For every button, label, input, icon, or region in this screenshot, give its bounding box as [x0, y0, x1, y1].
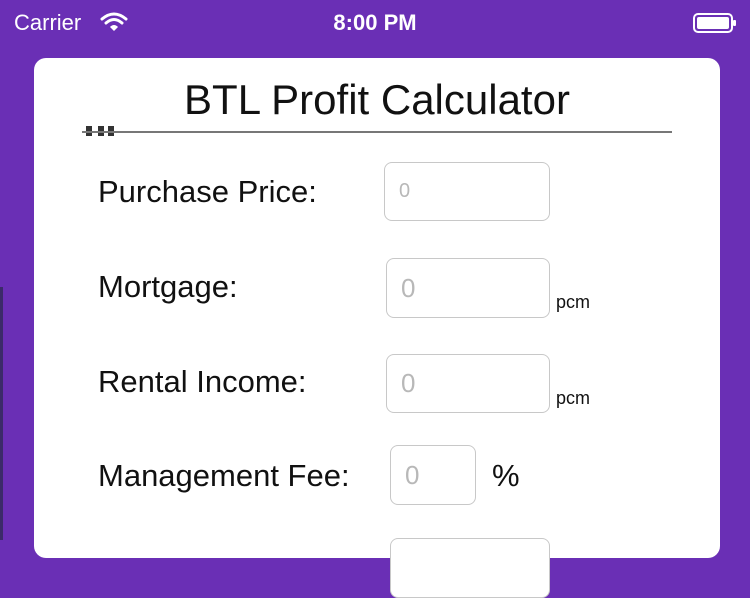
purchase-price-label: Purchase Price: — [98, 174, 317, 209]
background-edge — [0, 287, 3, 540]
management-fee-label: Management Fee: — [98, 458, 350, 493]
management-fee-unit: % — [492, 458, 520, 493]
purchase-price-input[interactable] — [384, 162, 550, 221]
rental-income-input[interactable] — [386, 354, 550, 413]
mortgage-input[interactable] — [386, 258, 550, 318]
management-fee-input[interactable] — [390, 445, 476, 505]
rental-income-label: Rental Income: — [98, 364, 307, 399]
mortgage-unit: pcm — [556, 292, 591, 312]
rental-income-unit: pcm — [556, 388, 591, 408]
clipped-text-fragment — [84, 118, 124, 136]
page-title: BTL Profit Calculator — [184, 76, 570, 123]
next-field-input[interactable] — [390, 538, 550, 598]
mortgage-label: Mortgage: — [98, 269, 238, 304]
calculator-card: BTL Profit Calculator Purchase Price: Mo… — [34, 58, 720, 598]
battery-icon — [693, 13, 737, 33]
status-bar: Carrier 8:00 PM — [0, 0, 750, 44]
title-divider — [82, 131, 672, 133]
clock: 8:00 PM — [333, 10, 417, 35]
